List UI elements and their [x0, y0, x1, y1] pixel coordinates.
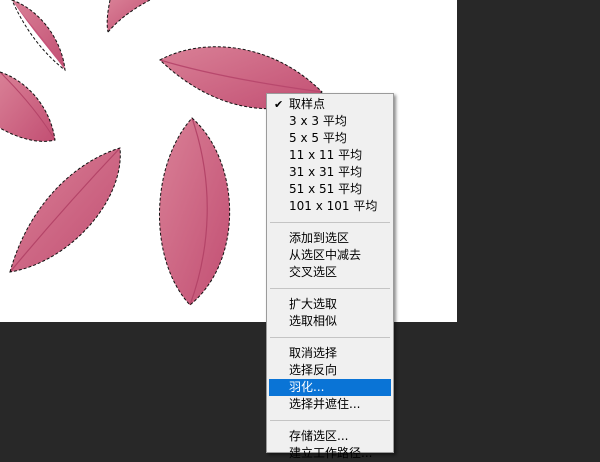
- petal-top: [106, 0, 151, 33]
- menu-item-label: 交叉选区: [289, 265, 338, 279]
- menu-item-label: 选择反向: [289, 363, 338, 377]
- selection-context-menu[interactable]: ✔ 取样点 3 x 3 平均 5 x 5 平均 11 x 11 平均 31 x …: [266, 93, 394, 460]
- menu-item-sample-point[interactable]: ✔ 取样点: [269, 96, 391, 113]
- menu-item-grow[interactable]: 扩大选取: [269, 296, 391, 313]
- menu-item-save-selection[interactable]: 存储选区...: [269, 428, 391, 445]
- menu-item-label: 取消选择: [289, 346, 338, 360]
- menu-item-sample-5x5[interactable]: 5 x 5 平均: [269, 130, 391, 147]
- menu-item-deselect[interactable]: 取消选择: [269, 345, 391, 362]
- menu-separator: [270, 337, 390, 338]
- menu-item-label: 取样点: [289, 97, 326, 111]
- petal-bottom-left: [9, 147, 121, 273]
- menu-item-label: 31 x 31 平均: [289, 165, 363, 179]
- menu-item-label: 扩大选取: [289, 297, 338, 311]
- menu-item-sample-3x3[interactable]: 3 x 3 平均: [269, 113, 391, 130]
- petal-bottom-center: [159, 117, 231, 306]
- menu-separator: [270, 222, 390, 223]
- menu-item-label: 添加到选区: [289, 231, 350, 245]
- menu-item-label: 3 x 3 平均: [289, 114, 347, 128]
- petal-left: [0, 71, 56, 142]
- menu-item-label: 选择并遮住...: [289, 397, 361, 411]
- menu-item-label: 建立工作路径...: [289, 446, 373, 460]
- menu-item-subtract-from-selection[interactable]: 从选区中减去: [269, 247, 391, 264]
- menu-item-sample-101x101[interactable]: 101 x 101 平均: [269, 198, 391, 215]
- menu-item-sample-51x51[interactable]: 51 x 51 平均: [269, 181, 391, 198]
- menu-item-sample-31x31[interactable]: 31 x 31 平均: [269, 164, 391, 181]
- menu-item-label: 5 x 5 平均: [289, 131, 347, 145]
- menu-item-select-and-mask[interactable]: 选择并遮住...: [269, 396, 391, 413]
- menu-item-similar[interactable]: 选取相似: [269, 313, 391, 330]
- menu-item-label: 从选区中减去: [289, 248, 362, 262]
- menu-item-sample-11x11[interactable]: 11 x 11 平均: [269, 147, 391, 164]
- menu-separator: [270, 420, 390, 421]
- menu-item-label: 101 x 101 平均: [289, 199, 378, 213]
- checkmark-icon: ✔: [274, 98, 284, 111]
- menu-item-label: 11 x 11 平均: [289, 148, 363, 162]
- menu-item-label: 51 x 51 平均: [289, 182, 363, 196]
- menu-item-label: 选取相似: [289, 314, 338, 328]
- petal-top-left: [11, 0, 66, 72]
- menu-item-make-work-path[interactable]: 建立工作路径...: [269, 445, 391, 462]
- menu-item-add-to-selection[interactable]: 添加到选区: [269, 230, 391, 247]
- menu-item-label: 羽化...: [289, 380, 325, 394]
- menu-item-feather[interactable]: 羽化...: [269, 379, 391, 396]
- menu-item-inverse[interactable]: 选择反向: [269, 362, 391, 379]
- menu-item-label: 存储选区...: [289, 429, 349, 443]
- menu-separator: [270, 288, 390, 289]
- menu-item-intersect-selection[interactable]: 交叉选区: [269, 264, 391, 281]
